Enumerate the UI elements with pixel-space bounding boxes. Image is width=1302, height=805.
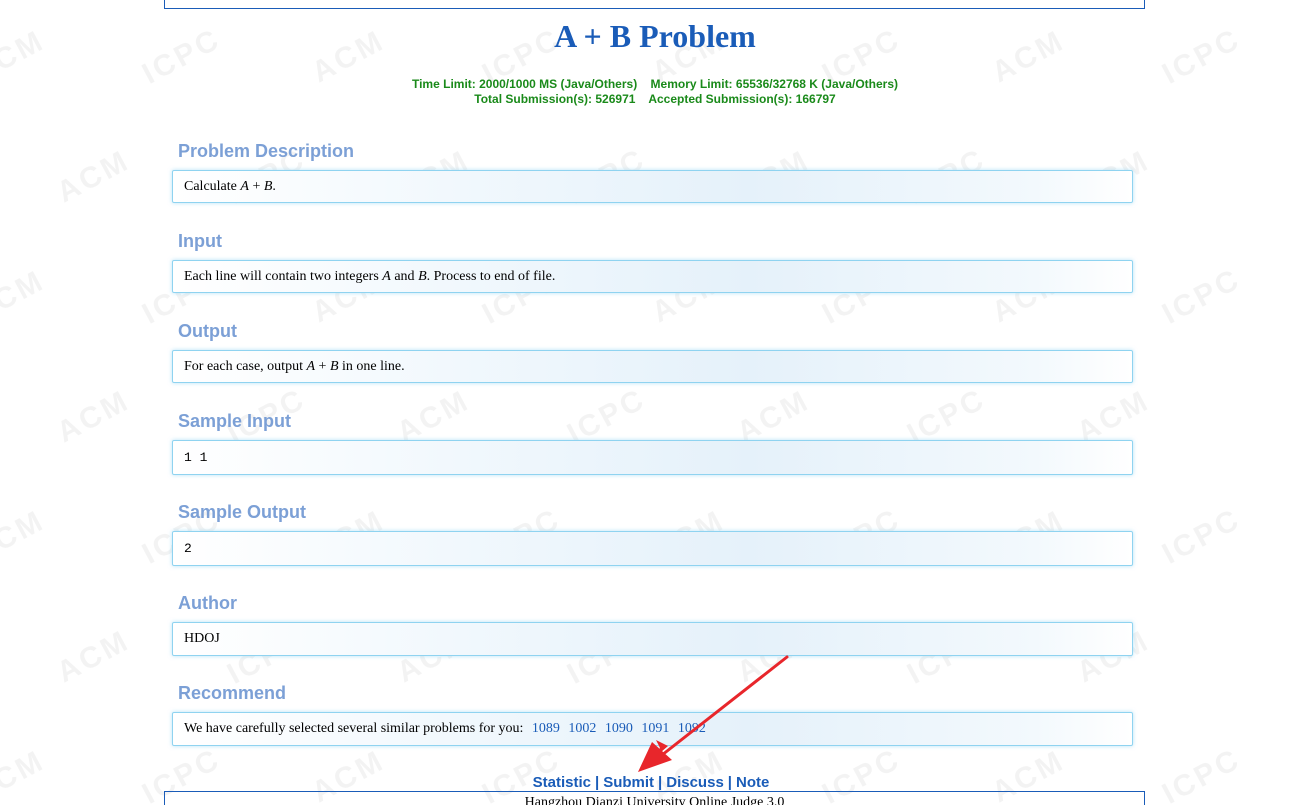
problem-title: A + B Problem bbox=[554, 18, 756, 54]
math-var-a: A bbox=[306, 359, 316, 374]
problem-nav: Statistic | Submit | Discuss | Note bbox=[0, 774, 1302, 791]
input-text: Each line will contain two integers bbox=[184, 269, 383, 284]
sample-input-panel: 1 1 bbox=[172, 440, 1133, 475]
recommend-link-1002[interactable]: 1002 bbox=[568, 721, 596, 736]
recommend-link-1089[interactable]: 1089 bbox=[532, 721, 560, 736]
author-heading: Author bbox=[178, 593, 237, 613]
submit-link[interactable]: Submit bbox=[603, 774, 654, 791]
output-heading: Output bbox=[178, 321, 237, 341]
nav-separator: | bbox=[658, 774, 663, 791]
sample-input-text: 1 1 bbox=[184, 450, 208, 465]
statistic-link[interactable]: Statistic bbox=[533, 774, 591, 791]
recommend-heading: Recommend bbox=[178, 683, 287, 703]
nav-separator: | bbox=[595, 774, 600, 791]
recommend-link-1091[interactable]: 1091 bbox=[641, 721, 669, 736]
watermark-text: ACM bbox=[52, 144, 136, 210]
input-text-and: and bbox=[390, 269, 419, 284]
watermark-text: ICPC bbox=[1157, 502, 1247, 571]
math-var-a: A bbox=[240, 179, 249, 194]
math-var-a: A bbox=[382, 269, 391, 284]
math-plus: + bbox=[248, 179, 264, 194]
accepted-submissions: Accepted Submission(s): 166797 bbox=[648, 92, 836, 106]
watermark-text: ACM bbox=[0, 264, 51, 330]
math-var-b: B bbox=[418, 269, 427, 284]
footer-text: Hangzhou Dianzi University Online Judge … bbox=[524, 795, 785, 805]
input-text-end: . Process to end of file. bbox=[426, 269, 556, 284]
watermark-text: ICPC bbox=[1157, 262, 1247, 331]
sample-output-panel: 2 bbox=[172, 531, 1133, 566]
recommend-link-1092[interactable]: 1092 bbox=[678, 721, 706, 736]
description-heading: Problem Description bbox=[178, 141, 355, 161]
sample-input-heading: Sample Input bbox=[178, 411, 292, 431]
problem-limits: Time Limit: 2000/1000 MS (Java/Others) M… bbox=[0, 77, 1302, 107]
total-submissions: Total Submission(s): 526971 bbox=[474, 92, 636, 106]
input-panel: Each line will contain two integers A an… bbox=[172, 260, 1133, 293]
watermark-text: ACM bbox=[52, 384, 136, 450]
math-var-b: B bbox=[329, 359, 339, 374]
input-heading: Input bbox=[178, 231, 222, 251]
output-text: For each case, output bbox=[184, 359, 307, 374]
note-link[interactable]: Note bbox=[736, 774, 769, 791]
description-text: Calculate bbox=[184, 179, 241, 194]
sample-output-text: 2 bbox=[184, 541, 192, 556]
nav-separator: | bbox=[727, 774, 732, 791]
time-limit: Time Limit: 2000/1000 MS (Java/Others) bbox=[411, 77, 638, 91]
recommend-link-1090[interactable]: 1090 bbox=[605, 721, 633, 736]
recommend-text: We have carefully selected several simil… bbox=[184, 721, 524, 736]
recommend-links: 1089 1002 1090 1091 1092 bbox=[532, 721, 711, 736]
footer-frame: Hangzhou Dianzi University Online Judge … bbox=[164, 791, 1145, 805]
output-text-end: in one line. bbox=[338, 359, 405, 374]
discuss-link[interactable]: Discuss bbox=[666, 774, 724, 791]
sample-output-heading: Sample Output bbox=[178, 502, 307, 522]
top-frame bbox=[164, 0, 1145, 9]
arrow-head-fill bbox=[638, 742, 672, 772]
description-text-end: . bbox=[272, 179, 276, 194]
math-plus: + bbox=[315, 359, 330, 374]
author-text: HDOJ bbox=[184, 631, 220, 646]
watermark-text: ACM bbox=[52, 624, 136, 690]
author-panel: HDOJ bbox=[172, 622, 1133, 656]
watermark-text: ACM bbox=[0, 504, 51, 570]
recommend-panel: We have carefully selected several simil… bbox=[172, 712, 1133, 746]
description-panel: Calculate A + B. bbox=[172, 170, 1133, 203]
problem-page: ACMICPCACMICPCACMICPCACMICPCACMICPCACMIC… bbox=[0, 0, 1302, 805]
output-panel: For each case, output A + B in one line. bbox=[172, 350, 1133, 383]
memory-limit: Memory Limit: 65536/32768 K (Java/Others… bbox=[650, 77, 898, 91]
